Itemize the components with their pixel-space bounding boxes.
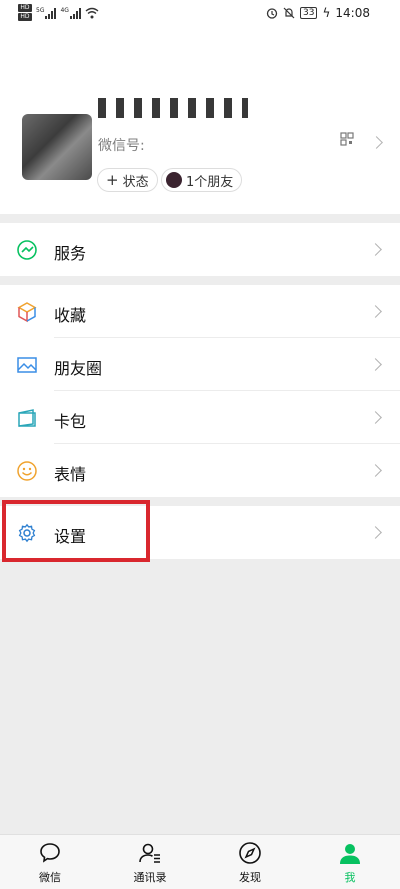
- chevron-right-icon: [369, 411, 382, 424]
- friends-button[interactable]: 1个朋友: [161, 168, 243, 192]
- status-bar-right: 33 ϟ 14:08: [266, 6, 370, 20]
- bottom-tab-bar: 微信 通讯录 发现 我: [0, 834, 400, 889]
- chevron-right-icon: [369, 305, 382, 318]
- menu-label-cards: 卡包: [54, 412, 87, 431]
- chevron-right-icon: [369, 526, 382, 539]
- profile-header[interactable]: 微信号: + 状态 1个朋友: [0, 28, 400, 214]
- tab-me[interactable]: 我: [300, 835, 400, 889]
- services-icon: [17, 240, 37, 260]
- friends-label: 1个朋友: [186, 174, 234, 190]
- tab-label-discover: 发现: [239, 871, 261, 884]
- nickname-redacted: [98, 98, 248, 118]
- tab-discover[interactable]: 发现: [200, 835, 300, 889]
- tab-label-chats: 微信: [39, 871, 61, 884]
- smiley-icon: [17, 461, 37, 481]
- avatar[interactable]: [22, 114, 92, 180]
- contacts-icon: [139, 843, 160, 863]
- favorites-cube-icon: [17, 302, 37, 323]
- chevron-right-icon: [369, 464, 382, 477]
- person-icon: [340, 844, 360, 864]
- menu-label-favorites: 收藏: [54, 306, 87, 325]
- menu-item-favorites[interactable]: 收藏: [0, 285, 400, 338]
- menu-label-stickers: 表情: [54, 465, 87, 484]
- alarm-icon: [266, 8, 278, 19]
- signal-icon: 5G: [36, 7, 57, 19]
- chevron-right-icon: [369, 243, 382, 256]
- chevron-right-icon: [369, 358, 382, 371]
- profile-chevron-icon: [370, 136, 383, 149]
- compass-icon: [239, 842, 261, 864]
- tab-chats[interactable]: 微信: [0, 835, 100, 889]
- moments-image-icon: [17, 357, 37, 373]
- favorites-group: 收藏 朋友圈 卡包 表情: [0, 285, 400, 497]
- status-bar-left: HD HD 5G 4G: [18, 4, 99, 21]
- hd-icon: HD HD: [18, 4, 32, 21]
- friend-avatar: [166, 172, 182, 188]
- wechat-id-label: 微信号:: [98, 138, 145, 154]
- status-bar: HD HD 5G 4G 33 ϟ 14:08: [0, 0, 400, 28]
- battery-indicator: 33: [300, 7, 318, 19]
- menu-item-services[interactable]: 服务: [0, 223, 400, 276]
- menu-label-moments: 朋友圈: [54, 359, 103, 378]
- card-wallet-icon: [18, 409, 36, 427]
- plus-icon: +: [106, 171, 119, 189]
- wifi-icon: [85, 7, 99, 18]
- tab-contacts[interactable]: 通讯录: [100, 835, 200, 889]
- signal-icon-2: 4G: [60, 7, 81, 19]
- menu-item-cards[interactable]: 卡包: [0, 391, 400, 444]
- charging-icon: ϟ: [322, 6, 331, 20]
- services-group: 服务: [0, 223, 400, 276]
- clock: 14:08: [335, 6, 370, 20]
- mute-bell-icon: [283, 7, 295, 19]
- menu-item-moments[interactable]: 朋友圈: [0, 338, 400, 391]
- settings-highlight-box: [2, 500, 150, 562]
- status-button[interactable]: + 状态: [97, 168, 158, 192]
- chat-bubble-icon: [40, 843, 60, 863]
- qr-code-icon[interactable]: [340, 132, 354, 146]
- status-label: 状态: [122, 174, 149, 190]
- tab-label-contacts: 通讯录: [133, 871, 167, 884]
- menu-item-stickers[interactable]: 表情: [0, 444, 400, 497]
- tab-label-me: 我: [344, 871, 356, 884]
- menu-label-services: 服务: [54, 244, 87, 263]
